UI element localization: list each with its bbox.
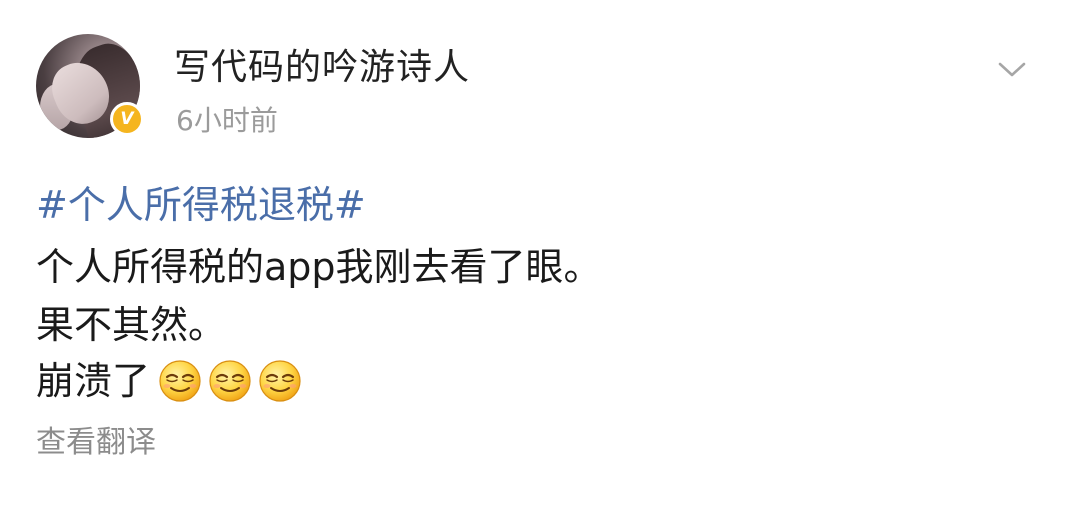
grin-squint-emoji-icon [209,360,251,402]
author-name[interactable]: 写代码的吟游诗人 [174,44,470,92]
post-menu-button[interactable] [994,56,1030,84]
chevron-down-icon [998,62,1026,77]
author-avatar[interactable]: V [36,34,144,138]
view-translation-link[interactable]: 查看翻译 [36,422,156,464]
post-text-line: 果不其然。 [36,303,227,347]
post-text-line: 崩溃了 [36,356,308,406]
post-text-line: 个人所得税的app我刚去看了眼。 [36,245,602,289]
verified-badge-icon: V [110,102,144,136]
weibo-post: V 写代码的吟游诗人 6小时前 #个人所得税退税# 个人所得税的app我刚去看了… [0,0,1077,506]
emoji-group [158,359,308,403]
post-text: 崩溃了 [36,359,151,403]
grin-squint-emoji-icon [259,360,301,402]
post-timestamp: 6小时前 [176,104,278,137]
grin-squint-emoji-icon [159,360,201,402]
topic-hashtag-link[interactable]: #个人所得税退税# [36,180,366,230]
